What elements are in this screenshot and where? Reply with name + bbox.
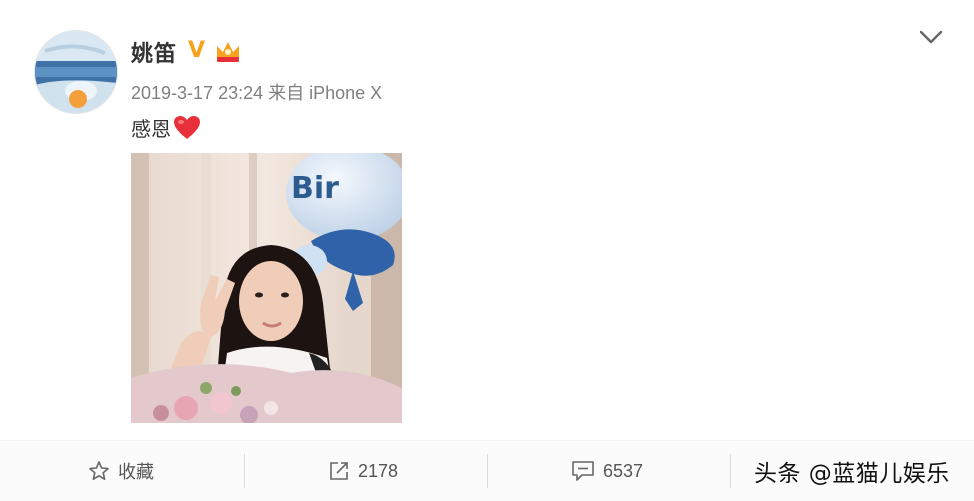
comment-count: 6537 <box>603 460 644 481</box>
post-timestamp[interactable]: 2019-3-17 23:24 <box>131 83 263 103</box>
star-icon <box>89 461 109 480</box>
repost-count: 2178 <box>358 460 399 481</box>
repost-icon <box>330 462 348 480</box>
watermark: 头条 @蓝猫儿娱乐 <box>754 461 950 487</box>
comment-button[interactable]: 6537 <box>571 441 643 501</box>
post-meta: 2019-3-17 23:24 来自 iPhone X <box>131 79 382 105</box>
username[interactable]: 姚笛 <box>131 36 177 68</box>
favorite-button[interactable]: 收藏 <box>88 441 154 501</box>
verified-badge-icon: V <box>188 38 206 63</box>
svg-text:Bir: Bir <box>291 171 339 206</box>
chevron-down-icon[interactable] <box>918 28 944 46</box>
comment-icon <box>572 461 594 481</box>
post-photo-image: Bir <box>131 153 402 423</box>
toolbar-divider <box>730 454 731 488</box>
toolbar-divider <box>244 454 245 488</box>
vip-crown-icon <box>217 42 239 62</box>
post-source[interactable]: 来自 iPhone X <box>268 83 382 103</box>
repost-button[interactable]: 2178 <box>328 441 398 501</box>
post-text: 感恩 <box>131 113 201 142</box>
avatar-image <box>35 31 117 113</box>
toolbar-divider <box>487 454 488 488</box>
favorite-label: 收藏 <box>118 462 154 482</box>
avatar[interactable] <box>34 30 118 114</box>
post-photo[interactable]: Bir <box>131 153 402 423</box>
post-text-content: 感恩 <box>131 119 171 141</box>
heart-emoji-icon <box>174 115 200 139</box>
